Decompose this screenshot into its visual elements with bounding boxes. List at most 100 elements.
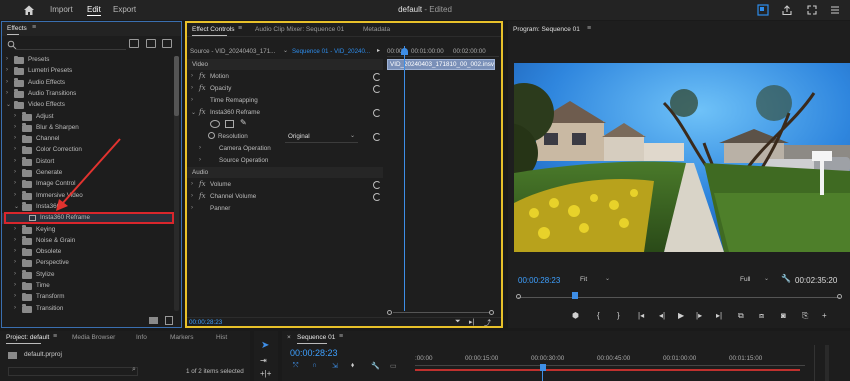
row-motion[interactable]: › fx Motion — [187, 71, 382, 83]
linked-selection-icon[interactable]: ∩ — [312, 362, 317, 369]
selection-tool-icon[interactable]: ➤ — [261, 340, 269, 351]
step-back-icon[interactable]: ◂| — [659, 311, 665, 320]
chevron-right-icon[interactable]: › — [14, 135, 16, 141]
program-scrubber[interactable] — [518, 297, 840, 298]
panel-menu-icon[interactable]: ≡ — [339, 333, 343, 340]
effects-search-input[interactable] — [16, 39, 126, 50]
tree-item[interactable]: › Channel — [2, 134, 174, 145]
row-volume[interactable]: › fx Volume — [187, 179, 382, 191]
chevron-right-icon[interactable]: › — [14, 282, 16, 288]
yuv-effects-icon[interactable] — [162, 39, 172, 48]
tree-item[interactable]: › Time — [2, 281, 174, 292]
share-icon[interactable] — [781, 4, 793, 16]
tree-item[interactable]: › Obsolete — [2, 247, 174, 258]
row-time-remapping[interactable]: › Time Remapping — [187, 95, 382, 107]
play-icon[interactable]: ▶ — [678, 311, 684, 320]
tree-item[interactable]: › Stylize — [2, 270, 174, 281]
tree-item[interactable]: › Lumetri Presets — [2, 66, 174, 77]
search-icon[interactable]: ⌕ — [132, 366, 136, 374]
row-camera-operation[interactable]: › Camera Operation — [187, 143, 382, 155]
export-frame-icon[interactable]: ◙ — [781, 311, 786, 320]
play-audio-icon[interactable]: ▸| — [469, 318, 474, 326]
sequence-label[interactable]: Sequence 01 - VID_20240... — [292, 48, 370, 55]
tree-item[interactable]: › Keying — [2, 225, 174, 236]
tab-effect-controls[interactable]: Effect Controls — [192, 26, 235, 36]
tab-metadata[interactable]: Metadata — [363, 26, 390, 33]
effects-scrollbar[interactable] — [174, 56, 179, 311]
compare-icon[interactable]: ⎘ — [802, 311, 808, 321]
tree-item[interactable]: › Transform — [2, 292, 174, 303]
32bit-effects-icon[interactable] — [146, 39, 156, 48]
tab-media-browser[interactable]: Media Browser — [72, 334, 115, 341]
chevron-right-icon[interactable]: › — [14, 146, 16, 152]
reset-icon[interactable] — [373, 85, 381, 93]
row-opacity[interactable]: › fx Opacity — [187, 83, 382, 95]
row-resolution[interactable]: Resolution Original ⌄ — [187, 131, 382, 143]
chevron-right-icon[interactable]: › — [6, 56, 8, 62]
panel-menu-icon[interactable]: ≡ — [53, 333, 57, 340]
chevron-right-icon[interactable]: › — [14, 158, 16, 164]
project-search-input[interactable] — [8, 367, 138, 376]
tree-item[interactable]: ⌄ Video Effects — [2, 100, 174, 111]
video-frame[interactable] — [514, 63, 850, 252]
export-frame-icon[interactable]: ⤴ — [484, 318, 491, 328]
row-insta360-reframe[interactable]: ⌄ fx Insta360 Reframe — [187, 107, 382, 119]
tab-info[interactable]: Info — [136, 334, 147, 341]
source-dropdown-chevron[interactable]: ⌄ — [283, 47, 288, 54]
ellipse-mask-icon[interactable] — [210, 120, 220, 128]
chevron-right-icon[interactable]: › — [14, 305, 16, 311]
resolution-dropdown-chevron[interactable]: ⌄ — [350, 132, 355, 139]
tree-item[interactable]: › Color Correction — [2, 145, 174, 156]
add-button-icon[interactable]: + — [822, 311, 827, 320]
captions-icon[interactable]: ▭ — [390, 362, 397, 370]
go-to-out-icon[interactable]: ▸| — [716, 311, 722, 320]
chevron-down-icon[interactable]: ⌄ — [6, 101, 11, 108]
timeline-timecode[interactable]: 00:00:28:23 — [290, 348, 338, 358]
pen-mask-icon[interactable]: ✎ — [240, 118, 247, 127]
ripple-edit-tool-icon[interactable]: +|+ — [260, 369, 271, 378]
rect-mask-icon[interactable] — [225, 120, 234, 128]
add-marker-icon[interactable]: ⬢ — [572, 311, 579, 320]
track-select-tool-icon[interactable]: ⇥ — [260, 356, 267, 365]
row-channel-volume[interactable]: › fx Channel Volume — [187, 191, 382, 203]
chevron-right-icon[interactable]: › — [14, 259, 16, 265]
mark-in-icon[interactable]: { — [597, 311, 600, 320]
tree-item[interactable]: › Image Control — [2, 179, 174, 190]
chevron-right-icon[interactable]: › — [6, 79, 8, 85]
quality-dropdown[interactable]: Full — [740, 276, 750, 283]
chevron-down-icon[interactable]: ⌄ — [14, 203, 19, 210]
wrench-icon[interactable]: 🔧 — [781, 274, 791, 283]
chevron-right-icon[interactable]: › — [14, 271, 16, 277]
lift-icon[interactable]: ⧉ — [738, 311, 744, 321]
quality-chevron-icon[interactable]: ⌄ — [764, 275, 769, 282]
chevron-right-icon[interactable]: › — [6, 67, 8, 73]
chevron-right-icon[interactable]: › — [6, 90, 8, 96]
nest-icon[interactable]: ⇲ — [332, 362, 338, 370]
fit-chevron-icon[interactable]: ⌄ — [605, 275, 610, 282]
chevron-right-icon[interactable]: › — [14, 180, 16, 186]
step-forward-icon[interactable]: |▸ — [696, 311, 702, 320]
row-panner[interactable]: › Panner — [187, 203, 382, 215]
panel-menu-icon[interactable]: ≡ — [238, 25, 242, 32]
timeline-ruler[interactable]: :00:00 00:00:15:00 00:00:30:00 00:00:45:… — [415, 347, 805, 367]
tree-item[interactable]: › Noise & Grain — [2, 236, 174, 247]
stopwatch-icon[interactable] — [208, 132, 215, 139]
close-tab-icon[interactable]: × — [287, 334, 291, 341]
mark-out-icon[interactable]: } — [617, 311, 620, 320]
chevron-right-icon[interactable]: › — [14, 293, 16, 299]
ec-playhead[interactable] — [404, 46, 405, 311]
panel-menu-icon[interactable]: ≡ — [587, 25, 591, 32]
ec-timecode[interactable]: 00:00:28:23 — [189, 319, 222, 326]
reset-icon[interactable] — [373, 73, 381, 81]
quick-export-icon[interactable] — [757, 4, 769, 16]
tree-item[interactable]: › Immersive Video — [2, 191, 174, 202]
tab-history[interactable]: Hist — [216, 334, 227, 341]
row-source-operation[interactable]: › Source Operation — [187, 155, 382, 167]
timeline-playhead[interactable] — [540, 364, 546, 371]
tab-effects[interactable]: Effects — [7, 25, 27, 35]
chevron-right-icon[interactable]: › — [14, 113, 16, 119]
reset-icon[interactable] — [373, 133, 381, 141]
program-title[interactable]: Program: Sequence 01 — [513, 26, 580, 33]
accelerated-effects-icon[interactable] — [129, 39, 139, 48]
extract-icon[interactable]: ⧈ — [759, 311, 764, 321]
